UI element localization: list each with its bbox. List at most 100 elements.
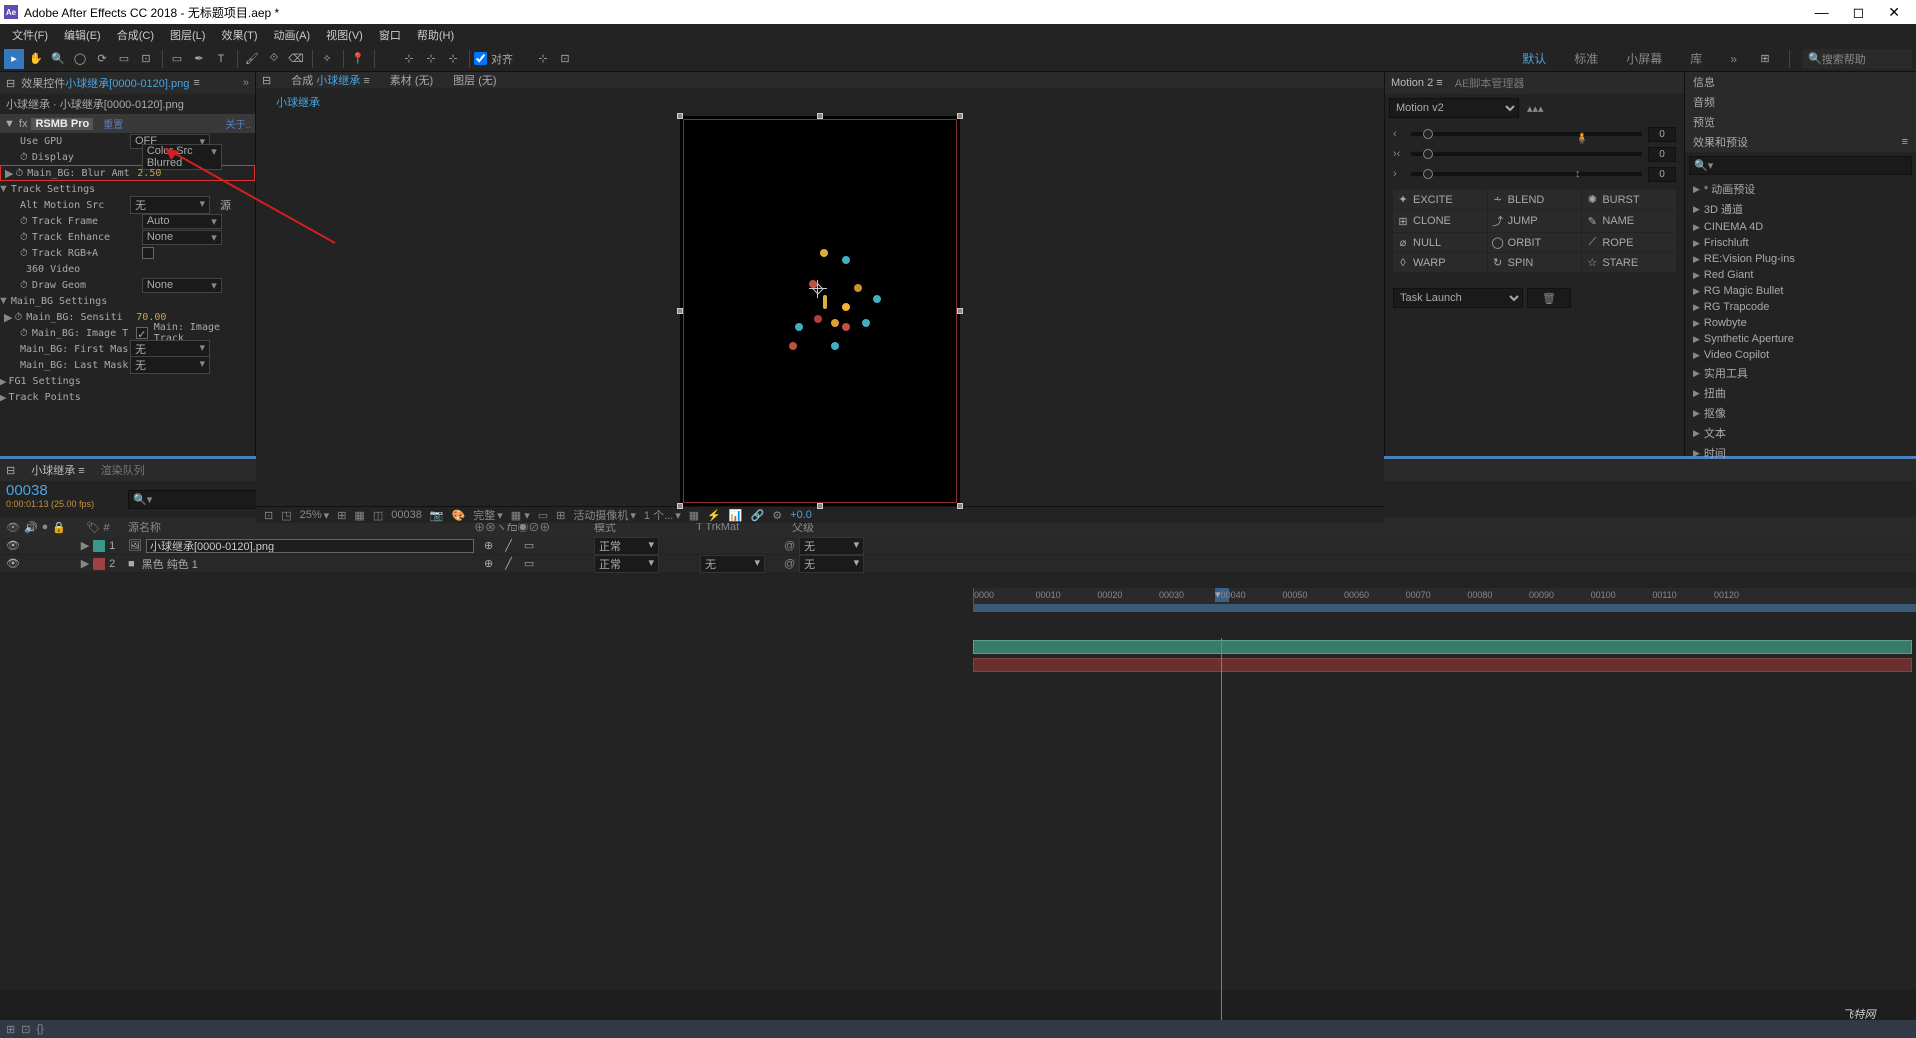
fast-preview-icon[interactable]: ⚡	[707, 509, 721, 522]
zoom-dropdown[interactable]: 25% ▾	[300, 509, 330, 522]
preview-panel-header[interactable]: 预览	[1685, 112, 1916, 132]
preset-category[interactable]: ▶Rowbyte	[1689, 315, 1912, 331]
magnification-icon[interactable]: ⊡	[264, 509, 273, 522]
lock-icon[interactable]: ⊟	[6, 77, 15, 90]
tab-layer[interactable]: 图层 (无)	[453, 72, 496, 88]
channel-icon[interactable]: 🎨	[452, 509, 466, 522]
eye-col-icon[interactable]: 👁	[6, 521, 20, 534]
preset-category[interactable]: ▶CINEMA 4D	[1689, 219, 1912, 235]
effect-reset-link[interactable]: 重置	[103, 116, 123, 131]
maximize-button[interactable]: ◻	[1853, 4, 1865, 21]
motion-btn-spin[interactable]: ↻SPIN	[1488, 253, 1582, 272]
audio-col-icon[interactable]: 🔊	[24, 521, 38, 534]
motion-btn-excite[interactable]: ✦EXCITE	[1393, 190, 1487, 209]
menu-comp[interactable]: 合成(C)	[109, 27, 162, 43]
menu-anim[interactable]: 动画(A)	[266, 27, 319, 43]
mask-icon[interactable]: ◫	[373, 509, 383, 522]
workspace-small[interactable]: 小屏幕	[1616, 50, 1672, 67]
panbehind-tool[interactable]: ⊡	[136, 49, 156, 69]
lock-icon[interactable]: ⊟	[6, 464, 15, 477]
prop-track-settings[interactable]: ▼Track Settings	[0, 181, 255, 197]
prop-display[interactable]: ⏱DisplayColor Src Blurred▾	[0, 149, 255, 165]
fit-icon[interactable]: ⊞	[337, 509, 346, 522]
guides-icon[interactable]: ⊞	[556, 509, 565, 522]
preset-category[interactable]: ▶RE:Vision Plug-ins	[1689, 251, 1912, 267]
preset-category[interactable]: ▶* 动画预设	[1689, 179, 1912, 199]
motion-btn-orbit[interactable]: ◯ORBIT	[1488, 233, 1582, 252]
snap-checkbox[interactable]	[474, 52, 487, 65]
search-help-input[interactable]: 🔍 搜索帮助	[1802, 49, 1912, 69]
effects-presets-panel-header[interactable]: 效果和预设 ≡	[1685, 132, 1916, 152]
motion-btn-warp[interactable]: ◊WARP	[1393, 253, 1487, 272]
timeline-layer-row[interactable]: 👁▶2■黑色 纯色 1⊕╱▭正常▾无▾@无▾	[0, 555, 1916, 573]
menu-layer[interactable]: 图层(L)	[162, 27, 213, 43]
motion-btn-clone[interactable]: ⊞CLONE	[1393, 210, 1487, 232]
menu-effect[interactable]: 效果(T)	[213, 27, 265, 43]
prop-track-frame[interactable]: ⏱Track FrameAuto▾	[0, 213, 255, 229]
preset-category[interactable]: ▶Synthetic Aperture	[1689, 331, 1912, 347]
current-frame-display[interactable]: 00038	[6, 483, 114, 499]
prop-main_bg-image-t[interactable]: ⏱Main_BG: Image T✓Main: Image Track	[0, 325, 255, 341]
menu-file[interactable]: 文件(F)	[4, 27, 56, 43]
motion-btn-blend[interactable]: ⩪BLEND	[1488, 190, 1582, 209]
preset-category[interactable]: ▶RG Trapcode	[1689, 299, 1912, 315]
layer-name-input[interactable]	[146, 539, 474, 553]
lock-icon[interactable]: ⊟	[262, 74, 271, 87]
panel-menu-icon[interactable]: »	[243, 77, 249, 89]
parent-dropdown[interactable]: 无▾	[799, 555, 864, 573]
comp-breadcrumb[interactable]: 小球继承	[256, 88, 1384, 116]
tab-script-manager[interactable]: AE脚本管理器	[1455, 75, 1525, 91]
flag-icon[interactable]: ↕	[1575, 168, 1581, 180]
grid-icon[interactable]: ▦ ▾	[511, 509, 530, 522]
transparency-icon[interactable]: ▦	[354, 509, 364, 522]
menu-edit[interactable]: 编辑(E)	[56, 27, 109, 43]
shape-rect-tool[interactable]: ▭	[167, 49, 187, 69]
preset-category[interactable]: ▶3D 通道	[1689, 199, 1912, 219]
motion-graph-icon[interactable]: ▴▴▴	[1527, 102, 1544, 115]
orbit-tool[interactable]: ◯	[70, 49, 90, 69]
reset-exposure-icon[interactable]: ⚙	[772, 509, 782, 522]
timeline-tracks[interactable]	[973, 638, 1912, 674]
timeline-ruler[interactable]: ▾ 00000001000020000300004000050000600007…	[973, 588, 1916, 604]
tab-render-queue[interactable]: 渲染队列	[101, 462, 145, 478]
preset-category[interactable]: ▶实用工具	[1689, 363, 1912, 383]
timeline-layer-row[interactable]: 👁▶1🖼⊕╱▭正常▾x@无▾	[0, 537, 1916, 555]
pen-tool[interactable]: ✒	[189, 49, 209, 69]
info-panel-header[interactable]: 信息	[1685, 72, 1916, 92]
puppet-tool[interactable]: 📍	[348, 49, 368, 69]
views-dropdown[interactable]: 1 个... ▾	[644, 507, 681, 523]
tab-timeline-comp[interactable]: 小球继承 ≡	[31, 462, 84, 478]
preset-category[interactable]: ▶扭曲	[1689, 383, 1912, 403]
preset-category[interactable]: ▶文本	[1689, 423, 1912, 443]
eraser-tool[interactable]: ⌫	[286, 49, 306, 69]
prop-fg1-settings[interactable]: ▶FG1 Settings	[0, 373, 255, 389]
minimize-button[interactable]: —	[1815, 4, 1829, 21]
lock-col-icon[interactable]: 🔒	[52, 521, 66, 534]
axis-view[interactable]: ⊹	[443, 49, 463, 69]
camera-dropdown[interactable]: 活动摄像机 ▾	[573, 507, 636, 523]
tab-footage[interactable]: 素材 (无)	[390, 72, 433, 88]
mode-dropdown[interactable]: 正常▾	[594, 555, 659, 573]
snap-option-2[interactable]: ⊡	[555, 49, 575, 69]
zoom-tool[interactable]: 🔍	[48, 49, 68, 69]
current-time-indicator[interactable]	[1221, 638, 1222, 1038]
audio-panel-header[interactable]: 音频	[1685, 92, 1916, 112]
snap-option-1[interactable]: ⊹	[533, 49, 553, 69]
status-icon-2[interactable]: ⊡	[21, 1023, 30, 1036]
clone-tool[interactable]: ⟐	[264, 49, 284, 69]
quality-dropdown[interactable]: 完整 ▾	[473, 507, 503, 523]
flowchart-icon[interactable]: 🔗	[751, 509, 765, 522]
preset-category[interactable]: ▶抠像	[1689, 403, 1912, 423]
motion-version-dropdown[interactable]: Motion v2	[1389, 98, 1519, 118]
trkmat-dropdown[interactable]: 无▾	[700, 555, 765, 573]
preset-category[interactable]: ▶Frischluft	[1689, 235, 1912, 251]
axis-local[interactable]: ⊹	[399, 49, 419, 69]
motion-btn-jump[interactable]: ⤴JUMP	[1488, 210, 1582, 232]
menu-help[interactable]: 帮助(H)	[409, 27, 462, 43]
eye-toggle[interactable]: 👁	[6, 539, 20, 553]
pickwhip-icon[interactable]: @	[784, 540, 795, 552]
mode-dropdown[interactable]: 正常▾	[594, 537, 659, 555]
motion-btn-stare[interactable]: ☆STARE	[1582, 253, 1676, 272]
trash-button[interactable]: 🗑	[1527, 288, 1571, 308]
status-icon-1[interactable]: ⊞	[6, 1023, 15, 1036]
